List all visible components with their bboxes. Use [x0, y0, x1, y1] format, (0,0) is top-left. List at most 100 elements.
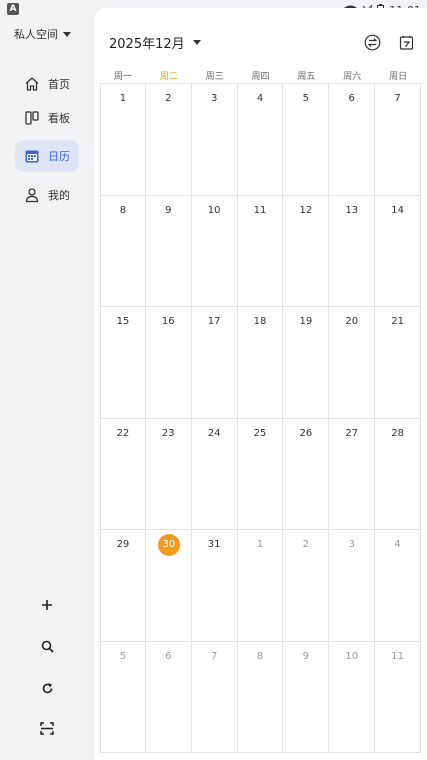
- day-cell[interactable]: 7: [192, 641, 238, 752]
- sidebar-item-profile[interactable]: 我的: [15, 179, 79, 211]
- day-cell[interactable]: 9: [146, 195, 192, 306]
- day-cell[interactable]: 26: [283, 418, 330, 529]
- calendar-icon: [25, 150, 39, 163]
- day-cell[interactable]: 8: [238, 641, 284, 752]
- day-cell[interactable]: 19: [283, 307, 330, 418]
- add-button[interactable]: [36, 594, 58, 616]
- day-cell[interactable]: 7: [375, 84, 422, 195]
- day-number: 11: [253, 204, 267, 216]
- today-calendar-icon: [399, 35, 413, 50]
- day-cell[interactable]: 23: [146, 418, 192, 529]
- day-cell[interactable]: 31: [192, 530, 238, 641]
- goto-today-button[interactable]: [396, 32, 416, 52]
- week-row: 29 30 31 1 2 3 4: [100, 530, 422, 642]
- sidebar-item-calendar[interactable]: 日历: [15, 140, 79, 172]
- day-number: 18: [253, 316, 267, 327]
- day-number: 3: [210, 93, 218, 104]
- day-cell[interactable]: 17: [192, 307, 238, 418]
- weekday-label: 周四: [251, 72, 270, 82]
- day-number: 25: [253, 427, 267, 439]
- scan-icon: [40, 721, 54, 735]
- space-switcher[interactable]: 私人空间: [14, 24, 71, 44]
- day-cell[interactable]: 12: [283, 195, 330, 306]
- day-cell[interactable]: 15: [100, 307, 146, 418]
- day-cell[interactable]: 16: [146, 307, 192, 418]
- day-number: 17: [207, 316, 221, 327]
- day-cell[interactable]: 13: [329, 195, 376, 306]
- day-cell[interactable]: 2: [146, 84, 192, 195]
- day-cell[interactable]: 18: [238, 307, 284, 418]
- day-number: 8: [256, 650, 264, 662]
- day-cell[interactable]: 10: [192, 195, 238, 306]
- day-number: 19: [299, 316, 313, 327]
- week-row: 15 16 17 18 19 20 21: [100, 307, 422, 419]
- scan-button[interactable]: [36, 717, 58, 739]
- day-number: 20: [345, 316, 359, 327]
- day-number: 3: [348, 539, 355, 550]
- day-number: 1: [119, 93, 127, 104]
- day-number: 22: [116, 427, 130, 439]
- sidebar-item-home[interactable]: 首页: [15, 68, 79, 100]
- day-cell[interactable]: 9: [283, 641, 330, 752]
- sidebar-item-label: 我的: [48, 189, 70, 202]
- day-cell[interactable]: 11: [238, 195, 284, 306]
- day-number: 27: [345, 427, 359, 439]
- chevron-down-icon: [192, 39, 201, 45]
- calendar-panel: 2025年12月 周一 周二 周三 周四 周五 周六 周日 1234567891…: [94, 8, 427, 760]
- day-number: 31: [207, 539, 221, 550]
- day-cell[interactable]: 4: [238, 84, 284, 195]
- switch-icon: [364, 34, 380, 50]
- day-number: 2: [302, 539, 310, 550]
- day-cell[interactable]: 6: [329, 84, 376, 195]
- day-cell[interactable]: 14: [375, 195, 422, 306]
- day-number: 9: [165, 204, 172, 216]
- day-number: 21: [391, 316, 404, 327]
- day-number: 28: [391, 427, 404, 439]
- day-cell[interactable]: 8: [100, 195, 146, 306]
- day-cell-today[interactable]: 30: [146, 530, 192, 641]
- day-cell[interactable]: 3: [192, 84, 238, 195]
- day-cell[interactable]: 1: [238, 530, 284, 641]
- day-number: 10: [345, 650, 359, 662]
- day-cell[interactable]: 22: [100, 418, 146, 529]
- day-cell[interactable]: 5: [283, 84, 330, 195]
- month-picker[interactable]: 2025年12月: [109, 34, 201, 52]
- day-cell[interactable]: 10: [329, 641, 376, 752]
- day-number: 7: [394, 93, 401, 104]
- day-cell[interactable]: 3: [329, 530, 376, 641]
- day-cell[interactable]: 24: [192, 418, 238, 529]
- day-cell[interactable]: 29: [100, 530, 146, 641]
- day-cell[interactable]: 5: [100, 641, 146, 752]
- week-row: 5 6 7 8 9 10 11: [100, 641, 422, 753]
- sidebar: 私人空间 首页 看板 日历 我的: [0, 20, 94, 760]
- week-row: 8 9 10 11 12 13 14: [100, 195, 422, 307]
- day-number: 29: [116, 539, 130, 550]
- day-cell[interactable]: 4: [375, 530, 422, 641]
- add-icon: [42, 600, 52, 610]
- search-icon: [41, 640, 54, 653]
- day-cell[interactable]: 20: [329, 307, 376, 418]
- weekday-label: 周二: [159, 72, 178, 82]
- day-cell[interactable]: 27: [329, 418, 376, 529]
- sidebar-item-label: 日历: [48, 150, 70, 163]
- search-button[interactable]: [36, 635, 58, 657]
- switch-view-button[interactable]: [362, 32, 382, 52]
- week-row: 22 23 24 25 26 27 28: [100, 418, 422, 530]
- day-cell[interactable]: 11: [375, 641, 422, 752]
- day-cell[interactable]: 1: [100, 84, 146, 195]
- day-cell[interactable]: 28: [375, 418, 422, 529]
- day-number: 8: [119, 204, 127, 216]
- weekday-header: 周一 周二 周三 周四 周五 周六 周日: [100, 69, 421, 83]
- day-number: 6: [348, 93, 355, 104]
- day-cell[interactable]: 25: [238, 418, 284, 529]
- weekday-label: 周日: [389, 72, 408, 82]
- sidebar-item-kanban[interactable]: 看板: [15, 102, 79, 134]
- day-number: 5: [302, 93, 310, 104]
- day-cell[interactable]: 21: [375, 307, 422, 418]
- weekday-label: 周三: [205, 72, 224, 82]
- refresh-button[interactable]: [36, 677, 58, 699]
- day-cell[interactable]: 2: [283, 530, 330, 641]
- person-icon: [25, 188, 39, 203]
- day-number: 10: [207, 204, 221, 216]
- day-cell[interactable]: 6: [146, 641, 192, 752]
